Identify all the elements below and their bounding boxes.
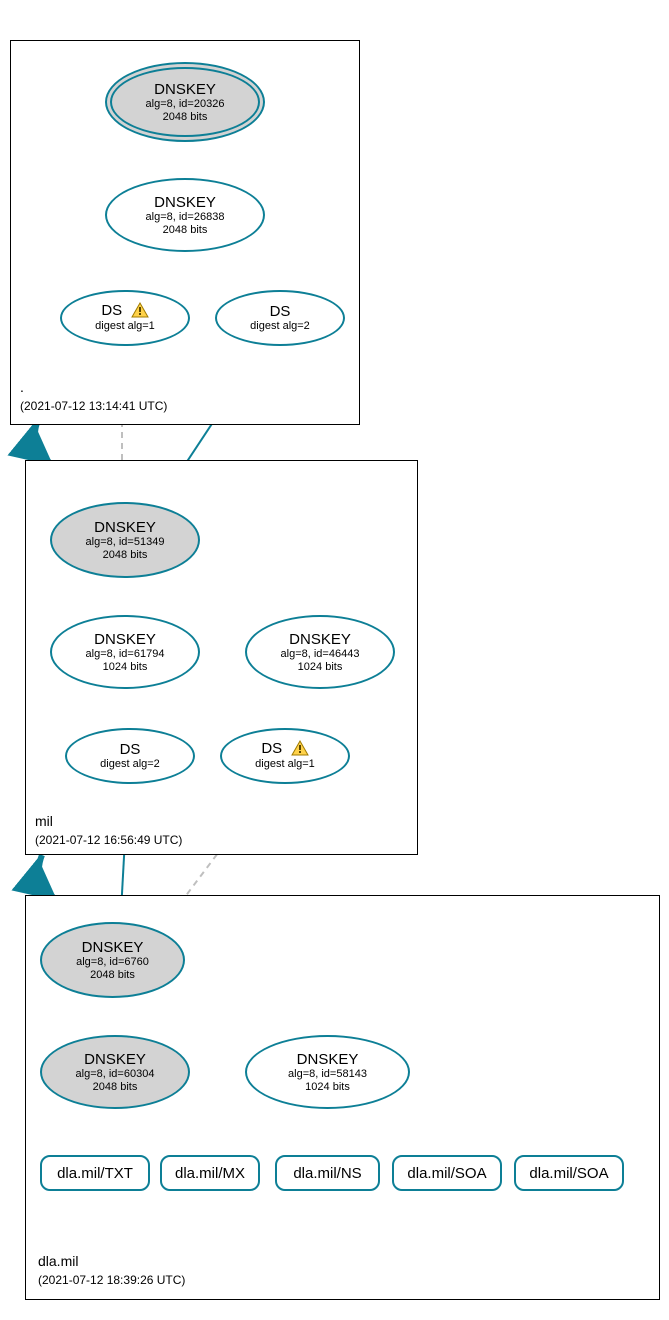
node-sub2: 1024 bits	[298, 661, 343, 673]
node-sub: digest alg=2	[100, 758, 160, 772]
node-dla-zsk2: DNSKEY alg=8, id=60304 2048 bits	[40, 1035, 190, 1109]
node-sub: alg=8, id=26838	[146, 211, 225, 225]
node-sub2: 2048 bits	[90, 969, 135, 981]
rr-txt: dla.mil/TXT	[40, 1155, 150, 1191]
node-sub: alg=8, id=51349	[86, 536, 165, 550]
node-sub2: 2048 bits	[93, 1081, 138, 1093]
cluster-mil-label: mil (2021-07-12 16:56:49 UTC)	[35, 812, 182, 848]
warning-icon	[291, 740, 309, 756]
node-title: DNSKEY	[297, 1051, 359, 1068]
node-sub2: 1024 bits	[305, 1081, 350, 1093]
dnssec-diagram: . (2021-07-12 13:14:41 UTC) DNSKEY alg=8…	[0, 0, 669, 1320]
node-title: DS	[270, 303, 291, 320]
node-sub2: 2048 bits	[103, 549, 148, 561]
node-sub: alg=8, id=46443	[281, 648, 360, 662]
node-title: DNSKEY	[289, 631, 351, 648]
node-mil-zsk2: DNSKEY alg=8, id=46443 1024 bits	[245, 615, 395, 689]
cluster-dla-label: dla.mil (2021-07-12 18:39:26 UTC)	[38, 1252, 185, 1288]
rr-label: dla.mil/TXT	[57, 1165, 133, 1182]
node-dla-ksk: DNSKEY alg=8, id=6760 2048 bits	[40, 922, 185, 998]
node-title: DNSKEY	[94, 519, 156, 536]
node-root-ksk: DNSKEY alg=8, id=20326 2048 bits	[105, 62, 265, 142]
node-mil-ds2: DS digest alg=2	[65, 728, 195, 784]
node-title: DNSKEY	[154, 194, 216, 211]
node-sub: digest alg=1	[255, 758, 315, 772]
rr-label: dla.mil/MX	[175, 1165, 245, 1182]
cluster-root-label: . (2021-07-12 13:14:41 UTC)	[20, 378, 167, 414]
node-title: DNSKEY	[82, 939, 144, 956]
node-title: DNSKEY	[154, 81, 216, 98]
node-sub: alg=8, id=58143	[288, 1068, 367, 1082]
node-title: DS	[101, 302, 122, 319]
zone-name-root: .	[20, 378, 167, 398]
node-title: DS	[120, 741, 141, 758]
zone-name-mil: mil	[35, 812, 182, 832]
node-sub: alg=8, id=61794	[86, 648, 165, 662]
node-sub2: 2048 bits	[163, 111, 208, 123]
node-sub: alg=8, id=6760	[76, 956, 149, 970]
node-title: DNSKEY	[94, 631, 156, 648]
node-sub2: 1024 bits	[103, 661, 148, 673]
node-title: DNSKEY	[84, 1051, 146, 1068]
node-root-ds2: DS digest alg=2	[215, 290, 345, 346]
rr-soa1: dla.mil/SOA	[392, 1155, 502, 1191]
node-mil-zsk: DNSKEY alg=8, id=61794 1024 bits	[50, 615, 200, 689]
node-title: DS	[261, 740, 282, 757]
warning-icon	[131, 302, 149, 318]
node-sub2: 2048 bits	[163, 224, 208, 236]
zone-ts-root: (2021-07-12 13:14:41 UTC)	[20, 398, 167, 415]
node-sub: alg=8, id=20326	[146, 98, 225, 112]
rr-label: dla.mil/SOA	[407, 1165, 486, 1182]
node-sub: digest alg=2	[250, 320, 310, 334]
zone-ts-dla: (2021-07-12 18:39:26 UTC)	[38, 1272, 185, 1289]
zone-name-dla: dla.mil	[38, 1252, 185, 1272]
node-dla-zsk: DNSKEY alg=8, id=58143 1024 bits	[245, 1035, 410, 1109]
rr-label: dla.mil/SOA	[529, 1165, 608, 1182]
rr-soa2: dla.mil/SOA	[514, 1155, 624, 1191]
node-mil-ds1: DS digest alg=1	[220, 728, 350, 784]
node-root-zsk: DNSKEY alg=8, id=26838 2048 bits	[105, 178, 265, 252]
rr-mx: dla.mil/MX	[160, 1155, 260, 1191]
node-root-ds1: DS digest alg=1	[60, 290, 190, 346]
rr-label: dla.mil/NS	[293, 1165, 361, 1182]
node-sub: digest alg=1	[95, 320, 155, 334]
rr-ns: dla.mil/NS	[275, 1155, 380, 1191]
zone-ts-mil: (2021-07-12 16:56:49 UTC)	[35, 832, 182, 849]
node-mil-ksk: DNSKEY alg=8, id=51349 2048 bits	[50, 502, 200, 578]
node-sub: alg=8, id=60304	[76, 1068, 155, 1082]
